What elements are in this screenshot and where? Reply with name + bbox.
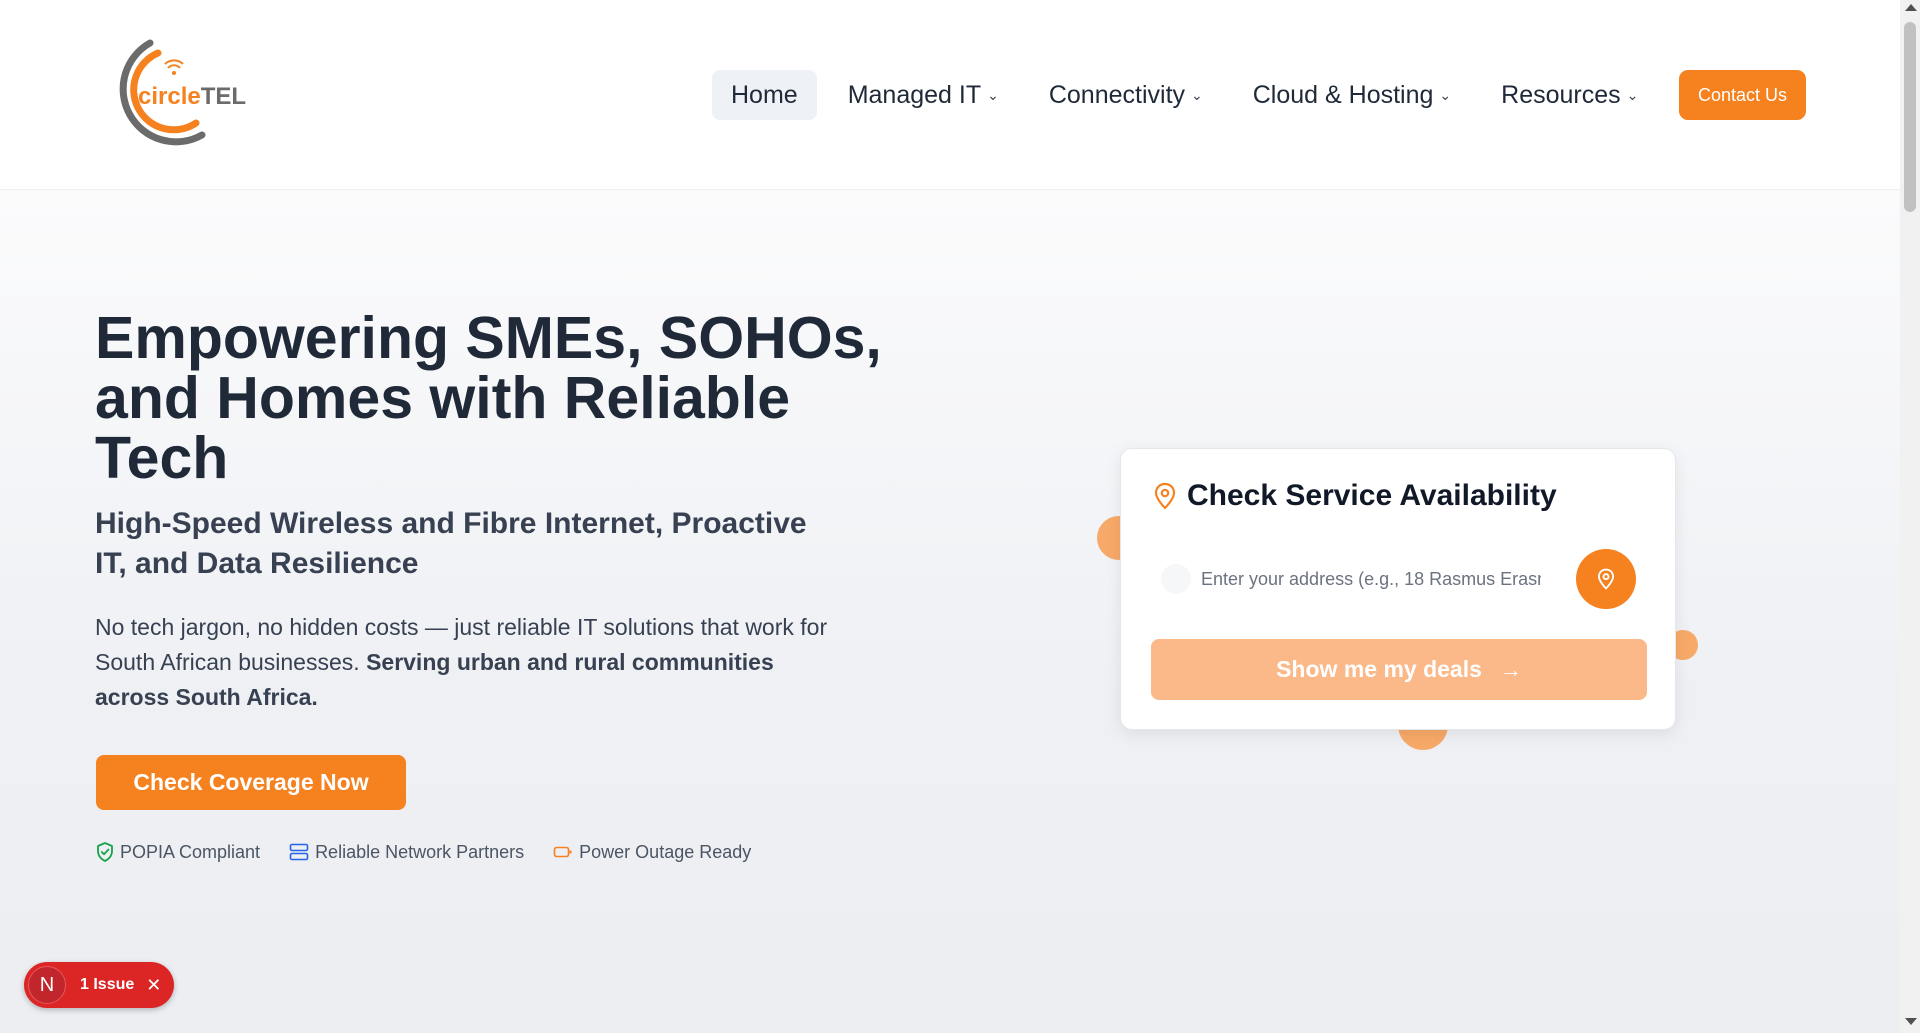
contact-us-button[interactable]: Contact Us xyxy=(1679,70,1806,120)
main-nav: Home Managed IT ⌄ Connectivity ⌄ Cloud & H… xyxy=(712,70,1669,120)
battery-icon xyxy=(553,846,572,858)
hero-description: No tech jargon, no hidden costs — just r… xyxy=(95,614,828,710)
badge-power-outage: Power Outage Ready xyxy=(553,842,751,863)
hero-subtitle: High-Speed Wireless and Fibre Internet, … xyxy=(95,507,807,580)
dev-issues-badge[interactable]: N 1 Issue ✕ xyxy=(24,962,174,1008)
nav-item-managed-it[interactable]: Managed IT ⌄ xyxy=(829,70,1018,120)
page-scrollbar[interactable] xyxy=(1900,0,1920,1033)
nav-item-resources[interactable]: Resources ⌄ xyxy=(1482,70,1657,120)
address-field-wrapper xyxy=(1151,549,1571,609)
circletel-logo[interactable]: circleTEL xyxy=(98,35,248,150)
badge-network-partners: Reliable Network Partners xyxy=(289,842,524,863)
nav-item-cloud-hosting[interactable]: Cloud & Hosting ⌄ xyxy=(1234,70,1470,120)
show-deals-button[interactable]: Show me my deals → xyxy=(1151,639,1647,700)
shield-check-icon xyxy=(97,842,113,862)
arrow-right-icon: → xyxy=(1499,656,1522,682)
badge-popia: POPIA Compliant xyxy=(96,842,260,863)
issue-count-label: 1 Issue xyxy=(80,976,135,993)
use-location-button[interactable] xyxy=(1576,549,1636,609)
address-placeholder-icon xyxy=(1161,564,1191,594)
nextjs-logo-icon: N xyxy=(28,966,66,1004)
trust-badges: POPIA Compliant Reliable Network Partner… xyxy=(96,840,780,864)
map-pin-icon xyxy=(1154,482,1176,510)
close-icon[interactable]: ✕ xyxy=(146,975,161,996)
scroll-up-arrow-icon[interactable] xyxy=(1905,4,1917,11)
site-header: circleTEL Home Managed IT ⌄ Connectivity ⌄… xyxy=(0,0,1900,190)
service-availability-card: Check Service Availability Show me my de… xyxy=(1120,448,1676,730)
availability-title: Check Service Availability xyxy=(1153,479,1557,513)
nav-item-connectivity[interactable]: Connectivity ⌄ xyxy=(1030,70,1222,120)
chevron-down-icon: ⌄ xyxy=(1191,86,1203,103)
server-icon xyxy=(289,843,309,861)
hero-title: Empowering SMEs, SOHOs, and Homes with R… xyxy=(95,305,882,491)
scrollbar-thumb[interactable] xyxy=(1904,22,1916,212)
map-pin-icon xyxy=(1597,568,1615,590)
chevron-down-icon: ⌄ xyxy=(1626,86,1639,103)
logo-wordmark: circleTEL xyxy=(138,83,247,110)
check-coverage-button[interactable]: Check Coverage Now xyxy=(96,755,406,810)
nav-item-home[interactable]: Home xyxy=(712,70,817,120)
chevron-down-icon: ⌄ xyxy=(1439,86,1452,103)
scroll-down-arrow-icon[interactable] xyxy=(1905,1018,1917,1025)
chevron-down-icon: ⌄ xyxy=(987,86,999,103)
address-input[interactable] xyxy=(1201,559,1541,599)
